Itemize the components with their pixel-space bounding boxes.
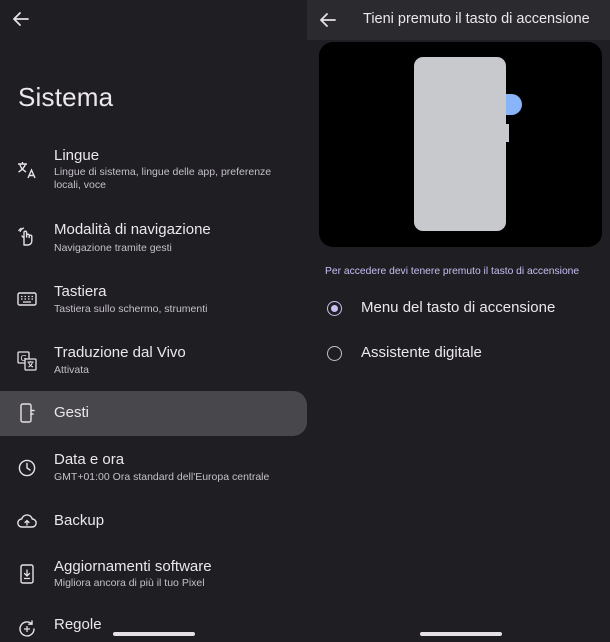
gesture-nav-handle[interactable] <box>420 632 502 636</box>
system-update-icon <box>17 564 37 584</box>
option-label: Menu del tasto di accensione <box>361 299 556 316</box>
settings-item-subtitle: Migliora ancora di più il tuo Pixel <box>54 577 205 589</box>
settings-item-title: Lingue <box>54 147 100 164</box>
arrow-back-icon <box>13 12 29 26</box>
settings-item-title: Aggiornamenti software <box>54 558 212 575</box>
settings-item-title: Modalità di navigazione <box>54 221 211 238</box>
settings-item-subtitle: Attivata <box>54 364 90 376</box>
radio-button[interactable] <box>327 346 342 361</box>
gesture-hand-icon <box>17 227 37 247</box>
settings-item-tastiera[interactable]: Tastiera Tastiera sullo schermo, strumen… <box>0 277 307 325</box>
back-button[interactable] <box>10 8 32 30</box>
settings-item-title: Backup <box>54 512 105 529</box>
settings-item-subtitle: GMT+01:00 Ora standard dell'Europa centr… <box>54 471 270 483</box>
settings-item-lingue[interactable]: Lingue Lingue di sistema, lingue delle a… <box>0 141 307 199</box>
rules-icon <box>17 619 37 639</box>
settings-item-title: Gesti <box>54 404 90 421</box>
phone-illustration <box>414 57 506 231</box>
press-indicator <box>505 94 522 115</box>
top-app-bar: Tieni premuto il tasto di accensione <box>307 0 610 40</box>
option-label: Assistente digitale <box>361 344 482 361</box>
settings-item-title: Traduzione dal Vivo <box>54 344 186 361</box>
power-button-illustration <box>319 42 602 247</box>
cloud-upload-icon <box>17 511 37 531</box>
side-button-illustration <box>506 124 509 142</box>
settings-item-subtitle: Navigazione tramite gesti <box>54 242 172 254</box>
system-settings-pane: Sistema Lingue Lingue di sistema, lingue… <box>0 0 307 642</box>
power-button-pane: Tieni premuto il tasto di accensione Per… <box>307 0 610 642</box>
gesture-nav-handle[interactable] <box>113 632 195 636</box>
live-translate-icon: G <box>17 351 37 371</box>
keyboard-icon <box>17 289 37 309</box>
settings-item-traduzione[interactable]: G Traduzione dal Vivo Attivata <box>0 338 307 386</box>
settings-item-subtitle: Tastiera sullo schermo, strumenti <box>54 303 208 315</box>
translate-icon <box>17 160 37 180</box>
option-power-menu[interactable]: Menu del tasto di accensione <box>307 291 610 327</box>
settings-item-data-ora[interactable]: Data e ora GMT+01:00 Ora standard dell'E… <box>0 445 307 493</box>
option-digital-assistant[interactable]: Assistente digitale <box>307 336 610 372</box>
page-title: Tieni premuto il tasto di accensione <box>363 11 590 27</box>
section-hint: Per accedere devi tenere premuto il tast… <box>325 266 580 277</box>
settings-item-aggiornamenti[interactable]: Aggiornamenti software Migliora ancora d… <box>0 552 307 600</box>
settings-item-gesti[interactable]: Gesti <box>0 391 307 436</box>
settings-item-navigazione[interactable]: Modalità di navigazione Navigazione tram… <box>0 215 307 263</box>
back-button[interactable] <box>317 10 339 30</box>
settings-item-backup[interactable]: Backup <box>0 506 307 536</box>
settings-item-title: Data e ora <box>54 451 125 468</box>
settings-item-title: Tastiera <box>54 283 107 300</box>
clock-icon <box>17 458 37 478</box>
radio-button-selected[interactable] <box>327 301 342 316</box>
settings-item-regole[interactable]: Regole <box>0 612 307 642</box>
settings-item-subtitle: Lingue di sistema, lingue delle app, pre… <box>54 166 272 191</box>
gesture-phone-icon <box>17 403 37 423</box>
arrow-back-icon <box>320 13 336 27</box>
page-title: Sistema <box>18 82 114 112</box>
settings-item-title: Regole <box>54 616 102 633</box>
